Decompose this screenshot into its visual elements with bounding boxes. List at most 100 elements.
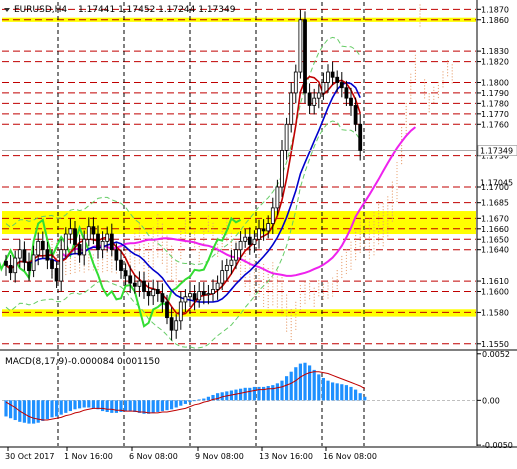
cloud-dot bbox=[212, 234, 214, 236]
cloud-dot bbox=[111, 265, 113, 267]
cloud-dot bbox=[341, 258, 343, 261]
cloud-dot bbox=[304, 299, 306, 301]
cloud-dot bbox=[405, 105, 407, 108]
cloud-dot bbox=[88, 266, 90, 268]
cloud-dot bbox=[212, 222, 214, 224]
cloud-dot bbox=[276, 279, 278, 281]
cloud-dot bbox=[401, 163, 403, 165]
cloud-dot bbox=[152, 245, 154, 247]
cloud-dot bbox=[345, 254, 347, 257]
cloud-dot bbox=[106, 266, 108, 269]
cloud-dot bbox=[92, 269, 94, 271]
cloud-dot bbox=[69, 269, 71, 272]
cloud-dot bbox=[221, 228, 223, 230]
cloud-dot bbox=[373, 227, 375, 229]
cloud-dot bbox=[258, 268, 260, 271]
cloud-dot bbox=[267, 294, 269, 297]
cloud-dot bbox=[401, 157, 403, 159]
macd-histogram-bar bbox=[78, 400, 82, 409]
cloud-dot bbox=[419, 19, 421, 21]
cloud-dot bbox=[382, 233, 384, 235]
cloud-dot bbox=[184, 220, 186, 222]
cloud-dot bbox=[263, 281, 265, 284]
cloud-dot bbox=[157, 247, 159, 249]
macd-histogram-bar bbox=[59, 400, 63, 415]
cloud-dot bbox=[382, 212, 384, 214]
cloud-dot bbox=[387, 208, 389, 210]
macd-histogram-bar bbox=[344, 385, 348, 401]
candle-body bbox=[128, 275, 133, 284]
cloud-dot bbox=[286, 297, 288, 299]
cloud-dot bbox=[180, 251, 182, 254]
cloud-dot bbox=[405, 126, 407, 129]
candle-body bbox=[105, 233, 110, 242]
cloud-dot bbox=[318, 280, 320, 282]
macd-histogram-bar bbox=[358, 393, 362, 401]
macd-histogram-bar bbox=[234, 389, 238, 401]
cloud-dot bbox=[318, 292, 320, 294]
macd-histogram-bar bbox=[321, 377, 325, 401]
cloud-dot bbox=[391, 211, 393, 213]
cloud-dot bbox=[143, 261, 145, 264]
cloud-dot bbox=[286, 306, 288, 308]
macd-histogram-bar bbox=[128, 400, 132, 412]
cloud-dot bbox=[286, 318, 288, 320]
cloud-dot bbox=[171, 263, 173, 265]
macd-histogram-bar bbox=[170, 400, 174, 410]
cloud-dot bbox=[309, 298, 311, 300]
macd-values-label: -0.000084 0.001150 bbox=[68, 357, 160, 367]
cloud-dot bbox=[161, 259, 163, 261]
macd-histogram-bar bbox=[202, 398, 206, 401]
cloud-dot bbox=[313, 302, 315, 304]
cloud-dot bbox=[258, 295, 260, 298]
cloud-dot bbox=[396, 191, 398, 194]
cloud-dot bbox=[171, 251, 173, 253]
cloud-dot bbox=[350, 247, 352, 249]
cloud-dot bbox=[378, 240, 380, 242]
candle-body bbox=[22, 249, 27, 263]
cloud-dot bbox=[290, 321, 292, 323]
cloud-dot bbox=[276, 303, 278, 305]
cloud-dot bbox=[166, 262, 168, 264]
cloud-dot bbox=[424, 82, 426, 84]
cloud-dot bbox=[207, 215, 209, 217]
cloud-dot bbox=[345, 257, 347, 260]
cloud-dot bbox=[152, 236, 154, 238]
cloud-dot bbox=[157, 232, 159, 234]
candle-body bbox=[275, 186, 280, 209]
cloud-dot bbox=[143, 234, 145, 237]
macd-histogram-bar bbox=[55, 400, 59, 417]
cloud-dot bbox=[157, 256, 159, 258]
cloud-dot bbox=[295, 316, 297, 318]
cloud-dot bbox=[387, 229, 389, 231]
cloud-dot bbox=[428, 111, 430, 113]
cloud-dot bbox=[161, 253, 163, 255]
cloud-dot bbox=[258, 253, 260, 256]
cloud-dot bbox=[111, 259, 113, 261]
cloud-dot bbox=[138, 262, 140, 264]
cloud-dot bbox=[424, 88, 426, 90]
cloud-dot bbox=[69, 260, 71, 263]
cloud-dot bbox=[304, 290, 306, 292]
cloud-dot bbox=[322, 295, 324, 297]
cloud-dot bbox=[424, 79, 426, 81]
cloud-dot bbox=[378, 204, 380, 206]
x-tick-label: 30 Oct 2017 bbox=[5, 452, 54, 461]
y-tick-label: 1.1770 bbox=[481, 110, 509, 119]
cloud-dot bbox=[382, 203, 384, 205]
cloud-dot bbox=[258, 271, 260, 274]
cloud-dot bbox=[290, 324, 292, 326]
cloud-dot bbox=[419, 4, 421, 6]
cloud-dot bbox=[336, 282, 338, 284]
cloud-dot bbox=[253, 284, 255, 286]
candle-body bbox=[339, 82, 344, 89]
cloud-dot bbox=[332, 292, 334, 294]
cloud-dot bbox=[115, 272, 117, 274]
cloud-dot bbox=[166, 253, 168, 255]
cloud-dot bbox=[138, 235, 140, 237]
cloud-dot bbox=[396, 176, 398, 179]
macd-histogram-bar bbox=[280, 380, 284, 401]
cloud-dot bbox=[332, 286, 334, 288]
cloud-dot bbox=[318, 295, 320, 297]
cloud-dot bbox=[267, 273, 269, 276]
